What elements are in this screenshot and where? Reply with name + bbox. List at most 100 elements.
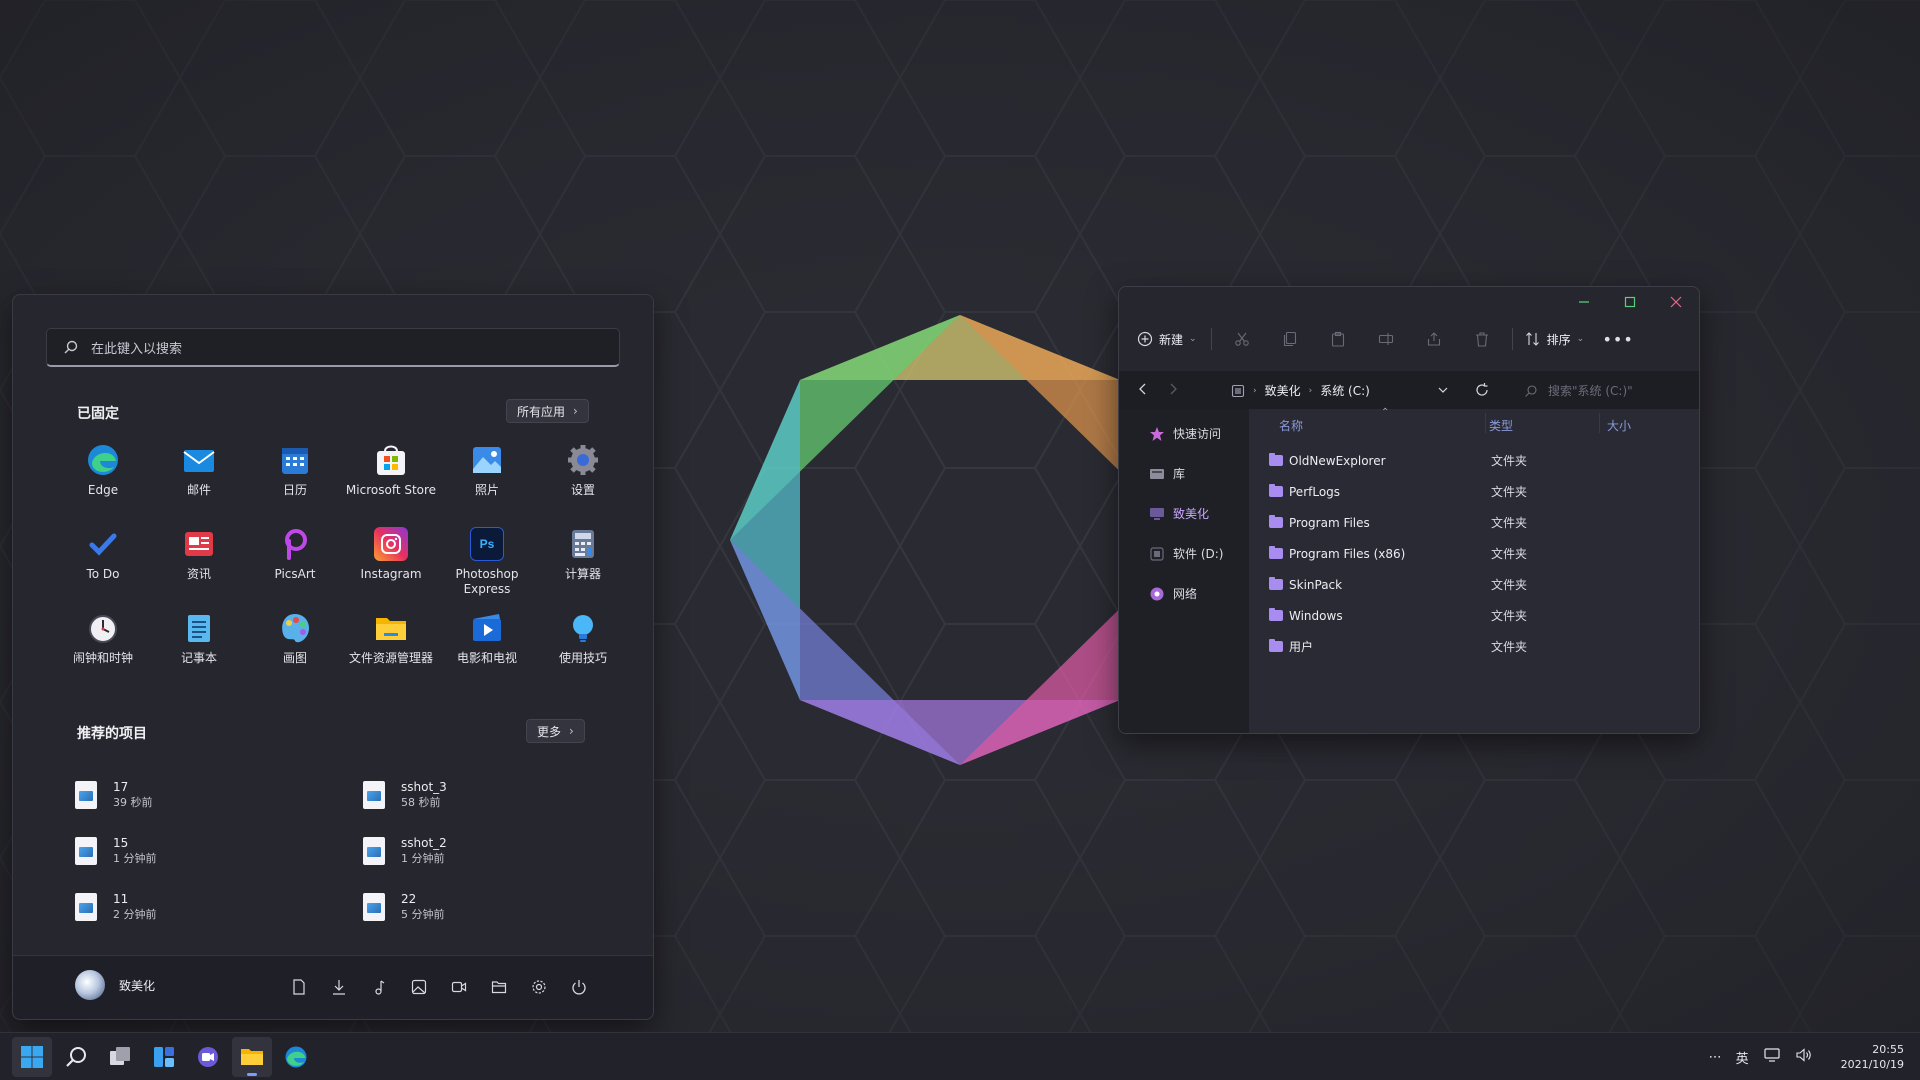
breadcrumb-item[interactable]: 致美化 xyxy=(1265,382,1301,399)
column-header-type[interactable]: 类型 xyxy=(1489,417,1513,434)
file-row[interactable]: Windows 文件夹 xyxy=(1269,600,1689,631)
chat-icon xyxy=(198,1047,218,1067)
document-icon[interactable] xyxy=(289,977,309,997)
forward-arrow-icon[interactable] xyxy=(1167,381,1179,401)
running-indicator xyxy=(247,1073,257,1076)
refresh-icon[interactable] xyxy=(1475,382,1489,402)
input-method-indicator[interactable]: 英 xyxy=(1736,1048,1749,1067)
download-icon[interactable] xyxy=(329,977,349,997)
file-row[interactable]: SkinPack 文件夹 xyxy=(1269,569,1689,600)
rename-icon[interactable] xyxy=(1362,331,1410,347)
sort-button[interactable]: 排序 ⌄ xyxy=(1525,331,1584,348)
nav-item-drive-d[interactable]: 软件 (D:) xyxy=(1149,545,1223,562)
delete-icon[interactable] xyxy=(1458,331,1506,347)
column-divider[interactable] xyxy=(1485,413,1486,433)
recommended-item[interactable]: sshot_3 58 秒前 xyxy=(363,767,615,823)
pinned-app-tips[interactable]: 使用技巧 xyxy=(535,609,631,693)
pinned-app-photoshop-express[interactable]: Ps Photoshop Express xyxy=(439,525,535,609)
folder-icon xyxy=(1269,608,1283,621)
pinned-app-edge[interactable]: Edge xyxy=(55,441,151,525)
pinned-app-calculator[interactable]: 计算器 xyxy=(535,525,631,609)
start-menu: 在此键入以搜索 已固定 所有应用 › Edge 邮件 日历 Microsoft … xyxy=(12,294,654,1020)
chevron-right-icon: › xyxy=(573,404,578,418)
minimize-button[interactable] xyxy=(1561,287,1607,317)
breadcrumb-item[interactable]: 系统 (C:) xyxy=(1320,382,1370,399)
copy-icon[interactable] xyxy=(1266,331,1314,347)
file-row[interactable]: OldNewExplorer 文件夹 xyxy=(1269,445,1689,476)
pinned-app-paint[interactable]: 画图 xyxy=(247,609,343,693)
column-header-size[interactable]: 大小 xyxy=(1607,417,1631,434)
share-icon[interactable] xyxy=(1410,331,1458,347)
pinned-app-settings[interactable]: 设置 xyxy=(535,441,631,525)
pinned-app-photos[interactable]: 照片 xyxy=(439,441,535,525)
pinned-app-movies[interactable]: 电影和电视 xyxy=(439,609,535,693)
recommended-item[interactable]: 15 1 分钟前 xyxy=(75,823,363,879)
clock[interactable]: 20:55 2021/10/19 xyxy=(1841,1042,1904,1072)
widgets-button[interactable] xyxy=(144,1037,184,1077)
nav-item-this-pc[interactable]: 致美化 xyxy=(1149,505,1209,522)
pinned-app-file-explorer[interactable]: 文件资源管理器 xyxy=(343,609,439,693)
taskbar-file-explorer[interactable] xyxy=(232,1037,272,1077)
pinned-app-store[interactable]: Microsoft Store xyxy=(343,441,439,525)
back-arrow-icon[interactable] xyxy=(1137,381,1149,401)
address-dropdown-icon[interactable] xyxy=(1437,382,1449,402)
recommended-item[interactable]: 17 39 秒前 xyxy=(75,767,363,823)
recommended-item[interactable]: sshot_2 1 分钟前 xyxy=(363,823,615,879)
file-row[interactable]: PerfLogs 文件夹 xyxy=(1269,476,1689,507)
all-apps-button[interactable]: 所有应用 › xyxy=(506,399,589,423)
pinned-app-clock[interactable]: 闹钟和时钟 xyxy=(55,609,151,693)
volume-icon[interactable] xyxy=(1795,1047,1813,1067)
file-explorer-icon xyxy=(241,1049,263,1065)
pinned-app-news[interactable]: 资讯 xyxy=(151,525,247,609)
start-button[interactable] xyxy=(12,1037,52,1077)
explorer-search-input[interactable]: 搜索"系统 (C:)" xyxy=(1524,382,1633,399)
file-row[interactable]: Program Files (x86) 文件夹 xyxy=(1269,538,1689,569)
title-bar[interactable] xyxy=(1119,287,1699,317)
taskbar-edge[interactable] xyxy=(276,1037,316,1077)
file-explorer-window: 新建 ⌄ 排序 ⌄ ••• › 致美化 › 系统 (C:) 搜索"系统 (C:)… xyxy=(1118,286,1700,734)
paint-icon xyxy=(278,611,312,645)
pinned-app-todo[interactable]: To Do xyxy=(55,525,151,609)
task-view-button[interactable] xyxy=(100,1037,140,1077)
pictures-icon[interactable] xyxy=(409,977,429,997)
pinned-app-notepad[interactable]: 记事本 xyxy=(151,609,247,693)
file-row[interactable]: Program Files 文件夹 xyxy=(1269,507,1689,538)
paste-icon[interactable] xyxy=(1314,331,1362,347)
search-placeholder: 在此键入以搜索 xyxy=(91,341,183,357)
settings-icon[interactable] xyxy=(529,977,549,997)
user-account-button[interactable]: 致美化 xyxy=(75,970,155,1000)
column-header-name[interactable]: 名称 xyxy=(1279,417,1303,434)
task-view-icon xyxy=(110,1047,130,1065)
user-name: 致美化 xyxy=(119,978,156,993)
column-divider[interactable] xyxy=(1599,413,1600,433)
clock-icon xyxy=(86,611,120,645)
network-icon[interactable] xyxy=(1763,1047,1781,1067)
pinned-app-mail[interactable]: 邮件 xyxy=(151,441,247,525)
more-options-icon[interactable]: ••• xyxy=(1594,330,1642,349)
close-button[interactable] xyxy=(1653,287,1699,317)
chat-button[interactable] xyxy=(188,1037,228,1077)
recommended-item[interactable]: 11 2 分钟前 xyxy=(75,879,363,935)
start-search-input[interactable]: 在此键入以搜索 xyxy=(46,328,620,367)
videos-icon[interactable] xyxy=(449,977,469,997)
nav-item-quick-access[interactable]: 快速访问 xyxy=(1149,425,1221,442)
chevron-right-icon: › xyxy=(569,724,574,738)
toolbar-separator xyxy=(1210,328,1212,350)
pinned-app-picsart[interactable]: PicsArt xyxy=(247,525,343,609)
breadcrumb[interactable]: › 致美化 › 系统 (C:) xyxy=(1231,382,1370,399)
more-button[interactable]: 更多 › xyxy=(526,719,585,743)
nav-item-library[interactable]: 库 xyxy=(1149,465,1185,482)
music-icon[interactable] xyxy=(369,977,389,997)
power-icon[interactable] xyxy=(569,977,589,997)
nav-item-network[interactable]: 网络 xyxy=(1149,585,1197,602)
maximize-button[interactable] xyxy=(1607,287,1653,317)
pinned-app-instagram[interactable]: Instagram xyxy=(343,525,439,609)
cut-icon[interactable] xyxy=(1218,331,1266,347)
pinned-app-calendar[interactable]: 日历 xyxy=(247,441,343,525)
recommended-item[interactable]: 22 5 分钟前 xyxy=(363,879,615,935)
file-row[interactable]: 用户 文件夹 xyxy=(1269,631,1689,662)
tray-overflow-button[interactable]: ⋯ xyxy=(1709,1050,1722,1065)
taskbar-search-button[interactable] xyxy=(56,1037,96,1077)
new-button[interactable]: 新建 ⌄ xyxy=(1137,331,1197,348)
folder-icon[interactable] xyxy=(489,977,509,997)
